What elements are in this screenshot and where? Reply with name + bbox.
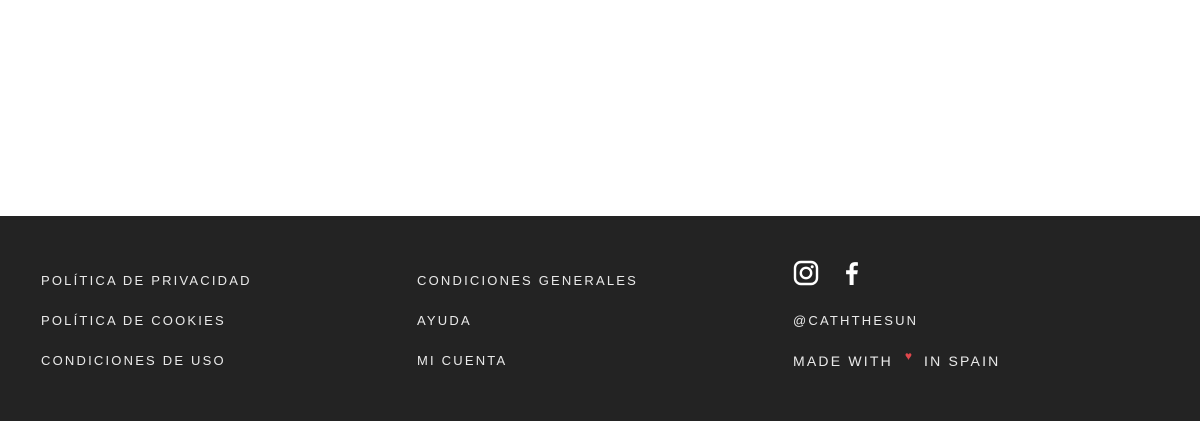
instagram-handle-link[interactable]: @CATHTHESUN [793, 313, 918, 328]
terms-of-use-link[interactable]: CONDICIONES DE USO [41, 353, 226, 368]
social-links [793, 260, 865, 286]
in-spain-label: IN SPAIN [924, 353, 1001, 369]
instagram-icon[interactable] [793, 260, 819, 286]
facebook-icon[interactable] [839, 260, 865, 286]
help-link[interactable]: AYUDA [417, 313, 472, 328]
site-footer: POLÍTICA DE PRIVACIDAD POLÍTICA DE COOKI… [0, 216, 1200, 421]
cookies-policy-link[interactable]: POLÍTICA DE COOKIES [41, 313, 226, 328]
made-in-spain-text: MADE WITH ♥ IN SPAIN [793, 349, 1001, 369]
privacy-policy-link[interactable]: POLÍTICA DE PRIVACIDAD [41, 273, 252, 288]
general-conditions-link[interactable]: CONDICIONES GENERALES [417, 273, 638, 288]
my-account-link[interactable]: MI CUENTA [417, 353, 507, 368]
heart-icon: ♥ [904, 349, 913, 363]
made-with-label: MADE WITH [793, 353, 893, 369]
page-content-area [0, 0, 1200, 216]
